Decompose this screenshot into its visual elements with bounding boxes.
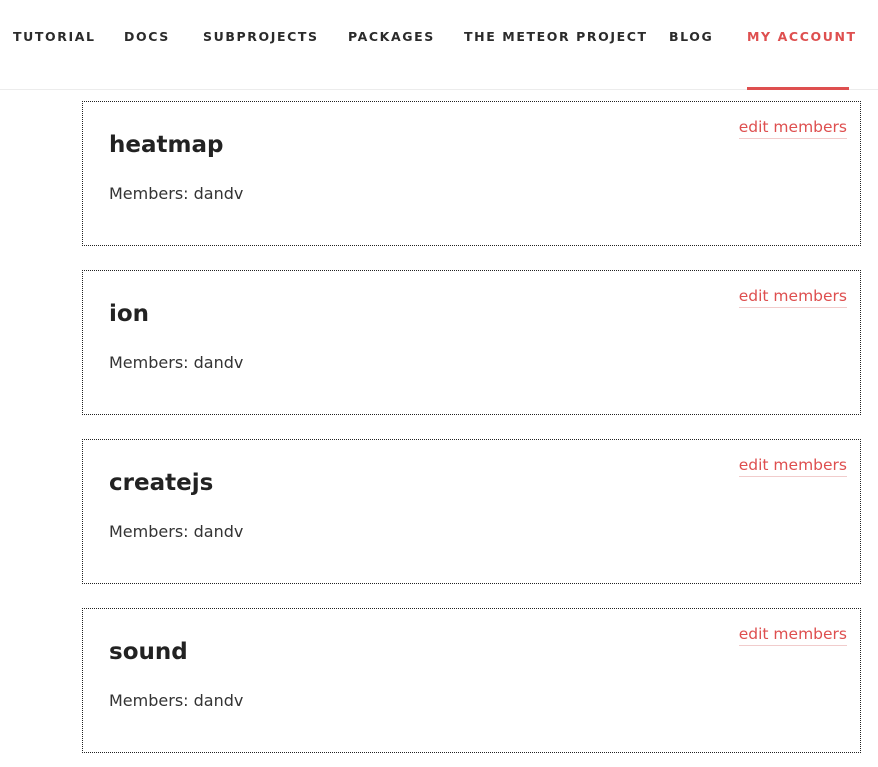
nav-item-tutorial[interactable]: TUTORIAL — [13, 29, 96, 44]
edit-members-link[interactable]: edit members — [738, 625, 847, 646]
nav-item-packages[interactable]: PACKAGES — [348, 29, 435, 44]
package-card: edit members sound Members: dandv — [82, 608, 861, 753]
nav-item-docs[interactable]: DOCS — [124, 29, 170, 44]
nav-item-subprojects[interactable]: SUBPROJECTS — [203, 29, 319, 44]
package-card: edit members ion Members: dandv — [82, 270, 861, 415]
top-navigation: TUTORIAL DOCS SUBPROJECTS PACKAGES THE M… — [0, 0, 878, 90]
nav-item-my-account[interactable]: MY ACCOUNT — [747, 29, 857, 44]
package-name: sound — [109, 639, 188, 665]
package-name: heatmap — [109, 132, 224, 158]
package-name: createjs — [109, 470, 214, 496]
package-members: Members: dandv — [109, 353, 244, 372]
package-members: Members: dandv — [109, 522, 244, 541]
active-tab-indicator — [747, 87, 849, 90]
edit-members-link[interactable]: edit members — [738, 456, 847, 477]
nav-item-blog[interactable]: BLOG — [669, 29, 713, 44]
nav-item-the-meteor-project[interactable]: THE METEOR PROJECT — [464, 29, 648, 44]
edit-members-link[interactable]: edit members — [738, 118, 847, 139]
package-members: Members: dandv — [109, 184, 244, 203]
package-card: edit members heatmap Members: dandv — [82, 101, 861, 246]
package-card: edit members createjs Members: dandv — [82, 439, 861, 584]
package-name: ion — [109, 301, 150, 327]
package-members: Members: dandv — [109, 691, 244, 710]
edit-members-link[interactable]: edit members — [738, 287, 847, 308]
